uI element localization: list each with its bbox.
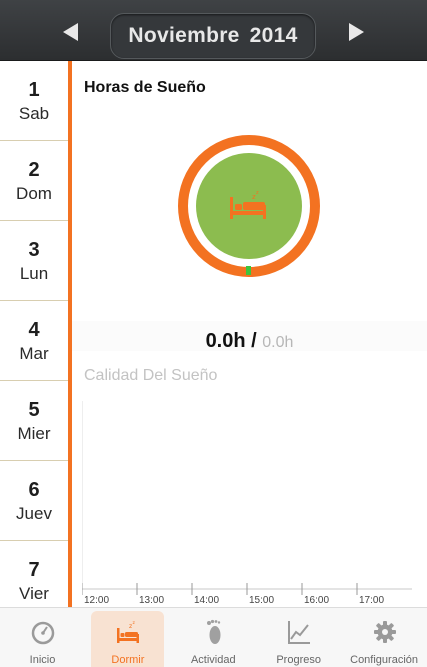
day-name: Mier xyxy=(17,423,51,443)
month-label: Noviembre xyxy=(128,24,240,47)
day-number: 4 xyxy=(28,318,40,341)
tab-label: Inicio xyxy=(29,654,56,666)
svg-text:z: z xyxy=(133,621,136,626)
sleep-hours-title: Horas de Sueño xyxy=(84,79,206,96)
goal-hours: 0.0h xyxy=(262,334,294,351)
day-item[interactable]: 5 Mier xyxy=(0,381,68,461)
time-tick-label: 17:00 xyxy=(359,595,384,606)
month-header: Noviembre 2014 xyxy=(0,0,427,61)
day-item[interactable]: 3 Lun xyxy=(0,221,68,301)
time-tick-label: 15:00 xyxy=(249,595,274,606)
day-item[interactable]: 6 Juev xyxy=(0,461,68,541)
tab-label: Configuración xyxy=(350,654,418,666)
sleep-quality-chart: 12:00 13:00 14:00 15:00 16:00 17:00 xyxy=(82,401,412,606)
day-list: 1 Sab 2 Dom 3 Lun 4 Mar 5 Mier 6 Juev 7 … xyxy=(0,61,68,607)
tab-label: Progreso xyxy=(276,654,321,666)
day-number: 7 xyxy=(28,558,40,581)
tab-inicio[interactable]: Inicio xyxy=(0,608,85,667)
sleep-panel: Horas de Sueño z z 0.0h / 0.0h Calidad D… xyxy=(72,61,427,607)
bottom-tab-bar: Inicio z z Dormir Actividad Progreso Con… xyxy=(0,607,427,667)
sleep-hours-value: 0.0h / 0.0h xyxy=(72,330,427,353)
previous-month-arrow-icon[interactable] xyxy=(63,23,78,41)
tab-dormir[interactable]: z z Dormir xyxy=(85,608,170,667)
current-hours: 0.0h xyxy=(205,330,246,352)
svg-text:z: z xyxy=(256,190,259,196)
progress-marker xyxy=(246,266,251,275)
bed-icon: z z xyxy=(230,190,266,219)
tab-label: Dormir xyxy=(111,654,145,666)
day-name: Lun xyxy=(19,263,49,283)
time-tick-label: 16:00 xyxy=(304,595,329,606)
hours-separator: / xyxy=(251,330,257,352)
day-item[interactable]: 1 Sab xyxy=(0,61,68,141)
day-number: 1 xyxy=(28,78,40,101)
day-name: Mar xyxy=(19,343,49,363)
day-name: Sab xyxy=(18,103,50,123)
tab-label: Actividad xyxy=(190,654,236,666)
day-item[interactable]: 4 Mar xyxy=(0,301,68,381)
tab-configuracion[interactable]: Configuración xyxy=(342,608,427,667)
speedometer-icon xyxy=(31,621,55,645)
day-name: Vier xyxy=(19,583,49,603)
time-tick-label: 13:00 xyxy=(139,595,164,606)
day-number: 6 xyxy=(28,478,40,501)
day-name: Dom xyxy=(16,183,52,203)
year-label: 2014 xyxy=(249,24,298,47)
day-name: Juev xyxy=(16,503,52,523)
day-number: 2 xyxy=(28,158,40,181)
footprint-icon xyxy=(206,619,221,644)
chart-icon xyxy=(288,621,311,644)
day-number: 3 xyxy=(28,238,40,261)
next-month-arrow-icon[interactable] xyxy=(349,23,364,41)
day-item[interactable]: 7 Vier xyxy=(0,541,68,607)
month-selector[interactable]: Noviembre 2014 xyxy=(110,13,316,59)
sleep-quality-label: Calidad Del Sueño xyxy=(84,367,218,384)
gear-icon xyxy=(373,621,396,643)
bed-icon: z z xyxy=(117,621,140,643)
tab-progreso[interactable]: Progreso xyxy=(256,608,341,667)
tab-actividad[interactable]: Actividad xyxy=(171,608,256,667)
day-item[interactable]: 2 Dom xyxy=(0,141,68,221)
day-number: 5 xyxy=(28,398,40,421)
time-tick-label: 12:00 xyxy=(84,595,109,606)
time-tick-label: 14:00 xyxy=(194,595,219,606)
